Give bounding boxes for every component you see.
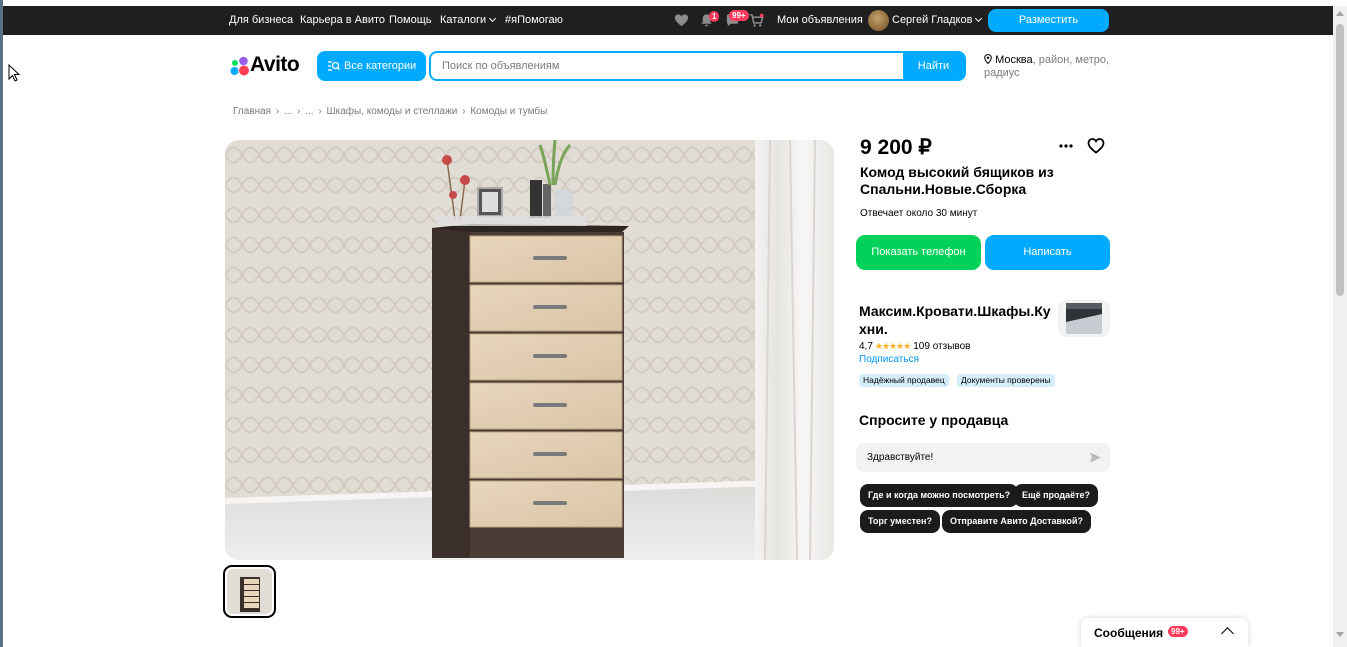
quick-question-chip[interactable]: Где и когда можно посмотреть? — [860, 484, 1019, 507]
seller-avatar-image — [1058, 300, 1110, 337]
location-selector[interactable]: Москва, район, метро, радиус — [984, 53, 1114, 80]
quick-question-chip[interactable]: Торг уместен? — [860, 510, 940, 533]
subscribe-link[interactable]: Подписаться — [859, 354, 919, 365]
breadcrumb-home[interactable]: Главная — [233, 106, 271, 117]
cart-icon[interactable] — [749, 13, 764, 28]
reliable-seller-badge: Надёжный продавец — [859, 374, 949, 387]
send-arrow-icon[interactable] — [1089, 451, 1102, 464]
breadcrumb-category[interactable]: Шкафы, комоды и стеллажи — [326, 106, 457, 117]
search-input[interactable] — [431, 53, 905, 79]
seller-rating[interactable]: 4,7 ★★★★★ 109 отзывов — [859, 341, 970, 352]
chevron-down-icon — [489, 14, 497, 23]
topbar-link-help[interactable]: Помощь — [389, 14, 432, 26]
categories-search-icon — [328, 61, 340, 71]
messages-badge: 99+ — [729, 10, 749, 21]
breadcrumb-separator: › — [275, 106, 280, 117]
top-navbar: Для бизнеса Карьера в Авито Помощь Катал… — [3, 6, 1333, 49]
all-categories-label: Все категории — [344, 60, 417, 72]
quick-question-chip[interactable]: Ещё продаёте? — [1014, 484, 1099, 507]
topbar-catalogs-menu[interactable]: Каталоги — [440, 14, 497, 26]
scroll-down-arrow-icon[interactable] — [1336, 632, 1344, 637]
my-ads-link[interactable]: Мои объявления — [777, 14, 863, 26]
seller-name[interactable]: Максим.Кровати.Шкафы.Кухни. — [859, 302, 1054, 338]
ask-seller-heading: Спросите у продавца — [859, 412, 1009, 428]
write-message-button[interactable]: Написать — [985, 235, 1110, 270]
messages-widget-badge: 99+ — [1168, 626, 1188, 637]
favorites-heart-icon[interactable] — [674, 13, 689, 28]
search-bar: Найти — [429, 51, 966, 81]
all-categories-button[interactable]: Все категории — [317, 51, 426, 81]
search-button[interactable]: Найти — [903, 53, 964, 79]
scrollbar-thumb[interactable] — [1336, 24, 1344, 296]
rating-stars-icon: ★★★★★ — [874, 341, 911, 351]
chest-of-drawers-photo — [225, 140, 834, 560]
seller-reply-time: Отвечает около 30 минут — [860, 208, 978, 219]
user-menu[interactable]: Сергей Гладков — [892, 14, 983, 26]
thumbnail-image — [227, 569, 272, 614]
location-pin-icon — [984, 53, 992, 65]
notifications-badge: 1 — [709, 11, 720, 22]
topbar-link-business[interactable]: Для бизнеса — [229, 14, 293, 26]
breadcrumb-separator: › — [297, 106, 301, 117]
chevron-up-icon[interactable] — [1221, 627, 1234, 640]
breadcrumb-separator: › — [462, 106, 466, 117]
messages-widget-label: Сообщения — [1094, 626, 1164, 640]
topbar-link-help-tag[interactable]: #яПомогаю — [505, 14, 563, 26]
add-to-favorites-heart-icon[interactable] — [1087, 137, 1105, 155]
breadcrumb-subcategory[interactable]: Комоды и тумбы — [470, 106, 547, 117]
listing-price: 9 200 ₽ — [860, 136, 932, 159]
breadcrumb-item[interactable]: ... — [284, 106, 292, 117]
product-main-image[interactable] — [225, 140, 834, 560]
location-city: Москва — [995, 54, 1033, 66]
page-scrollbar[interactable] — [1333, 6, 1347, 647]
topbar-link-career[interactable]: Карьера в Авито — [300, 14, 385, 26]
more-options-icon[interactable] — [1057, 140, 1075, 152]
user-name: Сергей Гладков — [892, 14, 973, 26]
ask-seller-message-input[interactable] — [856, 443, 1081, 472]
catalogs-label: Каталоги — [440, 14, 487, 26]
chevron-down-icon — [975, 14, 983, 23]
avito-logo-text[interactable]: Avito — [250, 53, 300, 77]
breadcrumb: Главная › ... › ... › Шкафы, комоды и ст… — [233, 106, 549, 117]
window-edge — [0, 0, 3, 647]
reviews-count: 109 отзывов — [913, 341, 971, 352]
post-ad-button[interactable]: Разместить объявление — [988, 9, 1109, 49]
breadcrumb-item[interactable]: ... — [305, 106, 313, 117]
quick-question-chip[interactable]: Отправите Авито Доставкой? — [942, 510, 1091, 533]
messages-widget[interactable]: Сообщения 99+ — [1081, 618, 1248, 647]
seller-avatar[interactable] — [1058, 300, 1110, 337]
scroll-up-arrow-icon[interactable] — [1336, 11, 1344, 16]
rating-value: 4,7 — [859, 341, 873, 352]
listing-title: Комод высокий бящиков из Спальни.Новые.С… — [860, 164, 1054, 197]
user-avatar[interactable] — [868, 10, 889, 31]
avito-logo-icon[interactable] — [229, 55, 251, 77]
product-thumbnail[interactable] — [223, 565, 276, 618]
documents-verified-badge: Документы проверены — [957, 374, 1055, 387]
browser-viewport: Для бизнеса Карьера в Авито Помощь Катал… — [0, 0, 1347, 647]
show-phone-button[interactable]: Показать телефон — [856, 235, 981, 270]
breadcrumb-separator: › — [318, 106, 322, 117]
ask-seller-message-box — [856, 443, 1110, 472]
mouse-cursor-icon — [8, 64, 20, 82]
